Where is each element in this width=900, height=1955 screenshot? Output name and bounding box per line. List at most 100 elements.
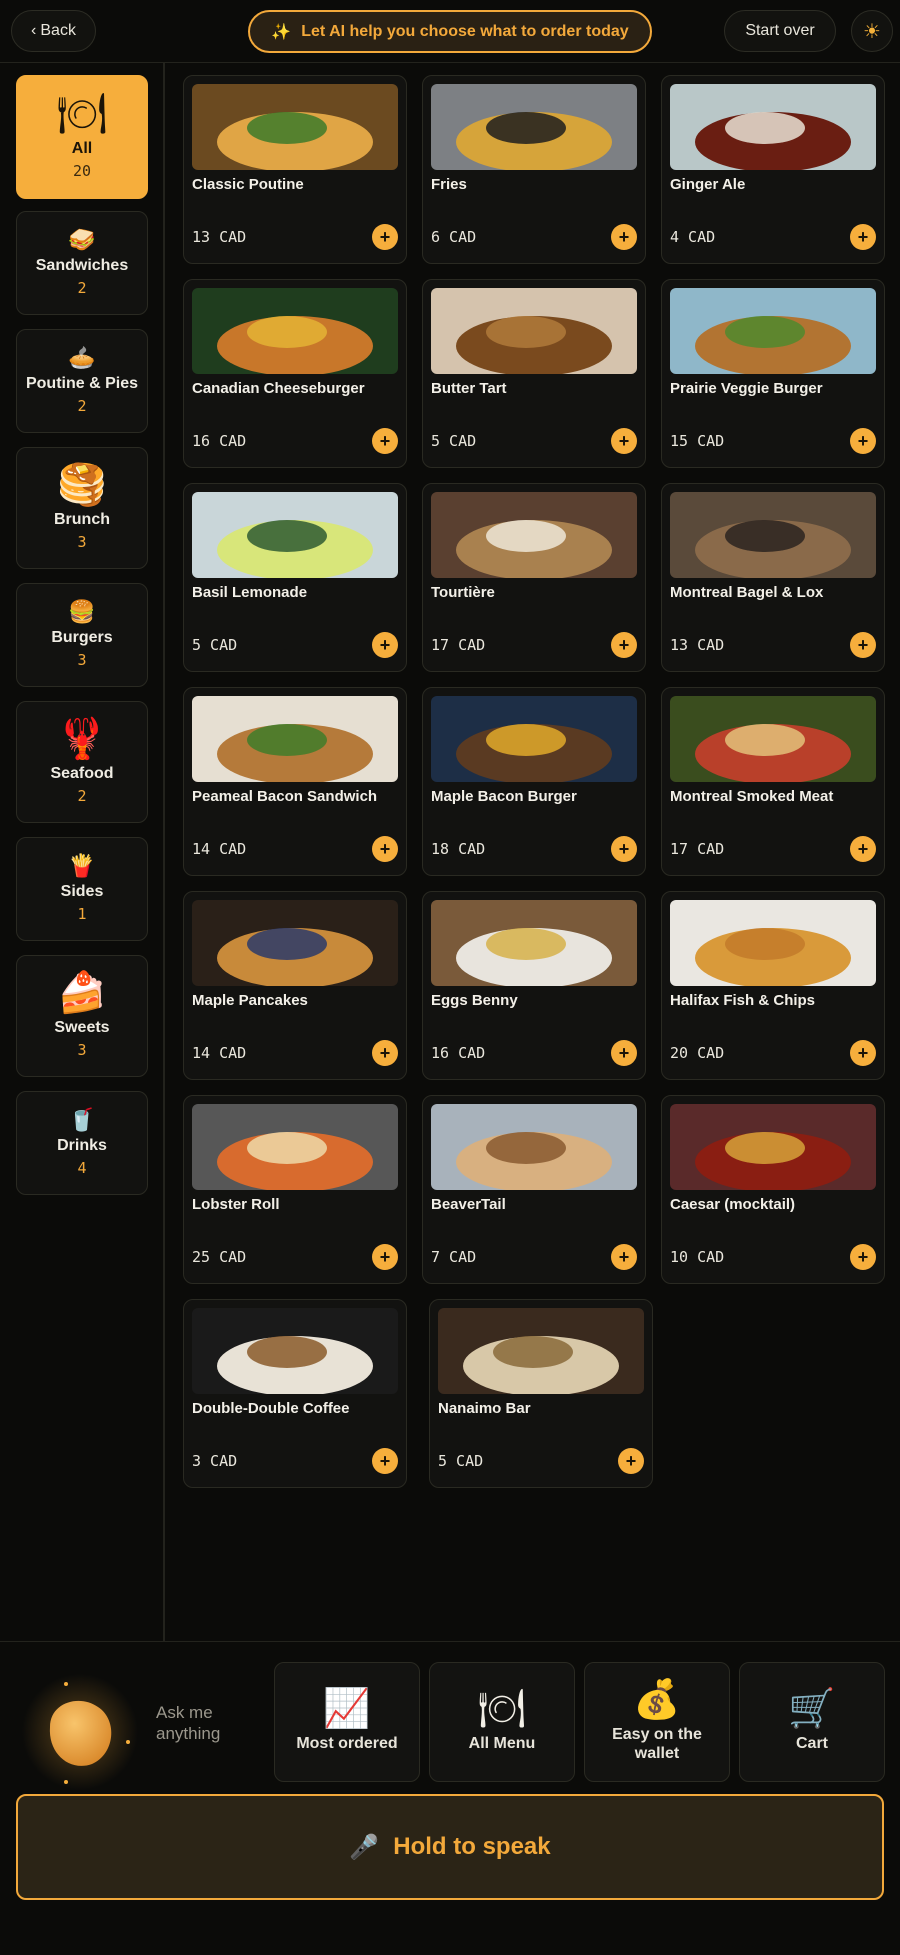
easy-on-wallet-button[interactable]: 💰 Easy on the wallet xyxy=(584,1662,730,1782)
add-to-cart-button[interactable]: + xyxy=(372,1448,398,1474)
back-button[interactable]: ‹ Back xyxy=(11,10,96,52)
category-name: Sandwiches xyxy=(35,257,129,274)
menu-item-card[interactable]: BeaverTail 7 CAD + xyxy=(422,1095,646,1284)
add-to-cart-button[interactable]: + xyxy=(618,1448,644,1474)
category-seafood[interactable]: 🦞 Seafood 2 xyxy=(16,701,148,823)
add-to-cart-button[interactable]: + xyxy=(611,224,637,250)
menu-item-photo xyxy=(438,1308,644,1394)
category-poutine-pies[interactable]: 🥧 Poutine & Pies 2 xyxy=(16,329,148,433)
menu-item-card[interactable]: Nanaimo Bar 5 CAD + xyxy=(429,1299,653,1488)
menu-item-card[interactable]: Lobster Roll 25 CAD + xyxy=(183,1095,407,1284)
category-sandwiches[interactable]: 🥪 Sandwiches 2 xyxy=(16,211,148,315)
menu-item-card[interactable]: Double-Double Coffee 3 CAD + xyxy=(183,1299,407,1488)
add-to-cart-button[interactable]: + xyxy=(372,1040,398,1066)
menu-item-card[interactable]: Eggs Benny 16 CAD + xyxy=(422,891,646,1080)
category-brunch[interactable]: 🥞 Brunch 3 xyxy=(16,447,148,569)
most-ordered-button[interactable]: 📈 Most ordered xyxy=(274,1662,420,1782)
category-count: 3 xyxy=(77,651,87,669)
add-to-cart-button[interactable]: + xyxy=(611,1244,637,1270)
menu-item-photo xyxy=(192,900,398,986)
menu-item-card[interactable]: Prairie Veggie Burger 15 CAD + xyxy=(661,279,885,468)
category-sweets[interactable]: 🍰 Sweets 3 xyxy=(16,955,148,1077)
assistant-panel: Ask me anything 📈 Most ordered 🍽 All Men… xyxy=(0,1641,900,1955)
menu-item-card[interactable]: Fries 6 CAD + xyxy=(422,75,646,264)
add-to-cart-button[interactable]: + xyxy=(611,836,637,862)
add-to-cart-button[interactable]: + xyxy=(850,1040,876,1066)
menu-item-name: Maple Bacon Burger xyxy=(431,788,577,805)
menu-item-name: Peameal Bacon Sandwich xyxy=(192,788,378,805)
menu-item-card[interactable]: Classic Poutine 13 CAD + xyxy=(183,75,407,264)
plus-icon: + xyxy=(857,1043,869,1063)
menu-item-name: Prairie Veggie Burger xyxy=(670,380,823,397)
menu-item-name: Tourtière xyxy=(431,584,495,601)
menu-item-card[interactable]: Canadian Cheeseburger 16 CAD + xyxy=(183,279,407,468)
add-to-cart-button[interactable]: + xyxy=(372,632,398,658)
menu-item-name: BeaverTail xyxy=(431,1196,506,1213)
menu-item-name: Montreal Smoked Meat xyxy=(670,788,834,805)
menu-item-card[interactable]: Butter Tart 5 CAD + xyxy=(422,279,646,468)
plus-icon: + xyxy=(857,1247,869,1267)
voice-assistant-orb[interactable] xyxy=(20,1672,140,1792)
plus-icon: + xyxy=(618,635,630,655)
menu-item-price: 4 CAD xyxy=(670,228,716,246)
hold-to-speak-label: Hold to speak xyxy=(393,1833,551,1860)
menu-item-card[interactable]: Montreal Bagel & Lox 13 CAD + xyxy=(661,483,885,672)
menu-item-price: 13 CAD xyxy=(192,228,247,246)
add-to-cart-button[interactable]: + xyxy=(372,836,398,862)
plus-icon: + xyxy=(618,1247,630,1267)
category-count: 4 xyxy=(77,1159,87,1177)
add-to-cart-button[interactable]: + xyxy=(850,224,876,250)
add-to-cart-button[interactable]: + xyxy=(611,632,637,658)
menu-item-card[interactable]: Caesar (mocktail) 10 CAD + xyxy=(661,1095,885,1284)
menu-item-card[interactable]: Montreal Smoked Meat 17 CAD + xyxy=(661,687,885,876)
add-to-cart-button[interactable]: + xyxy=(372,428,398,454)
category-drinks[interactable]: 🥤 Drinks 4 xyxy=(16,1091,148,1195)
add-to-cart-button[interactable]: + xyxy=(850,632,876,658)
menu-item-price: 10 CAD xyxy=(670,1248,725,1266)
menu-item-name: Butter Tart xyxy=(431,380,507,397)
chevron-left-icon: ‹ xyxy=(31,22,37,39)
menu-item-card[interactable]: Ginger Ale 4 CAD + xyxy=(661,75,885,264)
add-to-cart-button[interactable]: + xyxy=(372,224,398,250)
menu-item-price: 13 CAD xyxy=(670,636,725,654)
menu-item-card[interactable]: Tourtière 17 CAD + xyxy=(422,483,646,672)
add-to-cart-button[interactable]: + xyxy=(372,1244,398,1270)
money-bag-icon: 💰 xyxy=(633,1678,681,1721)
category-all[interactable]: 🍽 All 20 xyxy=(16,75,148,199)
menu-item-photo xyxy=(670,492,876,578)
plus-icon: + xyxy=(618,1043,630,1063)
menu-item-photo xyxy=(192,84,398,170)
category-sidebar: 🍽 All 20 🥪 Sandwiches 2 🥧 Poutine & Pies… xyxy=(0,63,165,1641)
cup-icon: 🥤 xyxy=(68,1107,96,1132)
category-sides[interactable]: 🍟 Sides 1 xyxy=(16,837,148,941)
add-to-cart-button[interactable]: + xyxy=(611,428,637,454)
quick-action-label: Cart xyxy=(795,1735,828,1753)
menu-item-card[interactable]: Maple Pancakes 14 CAD + xyxy=(183,891,407,1080)
theme-toggle-button[interactable]: ☀ xyxy=(851,10,893,52)
cart-button[interactable]: 🛒 Cart xyxy=(739,1662,885,1782)
category-burgers[interactable]: 🍔 Burgers 3 xyxy=(16,583,148,687)
menu-item-price: 14 CAD xyxy=(192,1044,247,1062)
menu-item-card[interactable]: Halifax Fish & Chips 20 CAD + xyxy=(661,891,885,1080)
back-label: Back xyxy=(40,22,76,39)
add-to-cart-button[interactable]: + xyxy=(611,1040,637,1066)
ask-me-anything-label: Ask me anything xyxy=(156,1703,221,1744)
menu-item-name: Basil Lemonade xyxy=(192,584,308,601)
start-over-button[interactable]: Start over xyxy=(724,10,836,52)
plus-icon: + xyxy=(379,227,391,247)
add-to-cart-button[interactable]: + xyxy=(850,428,876,454)
plate-icon: 🍽 xyxy=(56,92,108,136)
menu-item-card[interactable]: Basil Lemonade 5 CAD + xyxy=(183,483,407,672)
menu-item-price: 6 CAD xyxy=(431,228,477,246)
menu-item-card[interactable]: Maple Bacon Burger 18 CAD + xyxy=(422,687,646,876)
menu-item-photo xyxy=(192,1308,398,1394)
menu-item-photo xyxy=(670,696,876,782)
sun-icon: ☀ xyxy=(863,20,881,43)
all-menu-button[interactable]: 🍽 All Menu xyxy=(429,1662,575,1782)
add-to-cart-button[interactable]: + xyxy=(850,836,876,862)
menu-item-card[interactable]: Peameal Bacon Sandwich 14 CAD + xyxy=(183,687,407,876)
hold-to-speak-button[interactable]: 🎤 Hold to speak xyxy=(16,1794,884,1900)
ai-help-button[interactable]: ✨ Let AI help you choose what to order t… xyxy=(248,10,652,53)
add-to-cart-button[interactable]: + xyxy=(850,1244,876,1270)
menu-item-photo xyxy=(431,900,637,986)
